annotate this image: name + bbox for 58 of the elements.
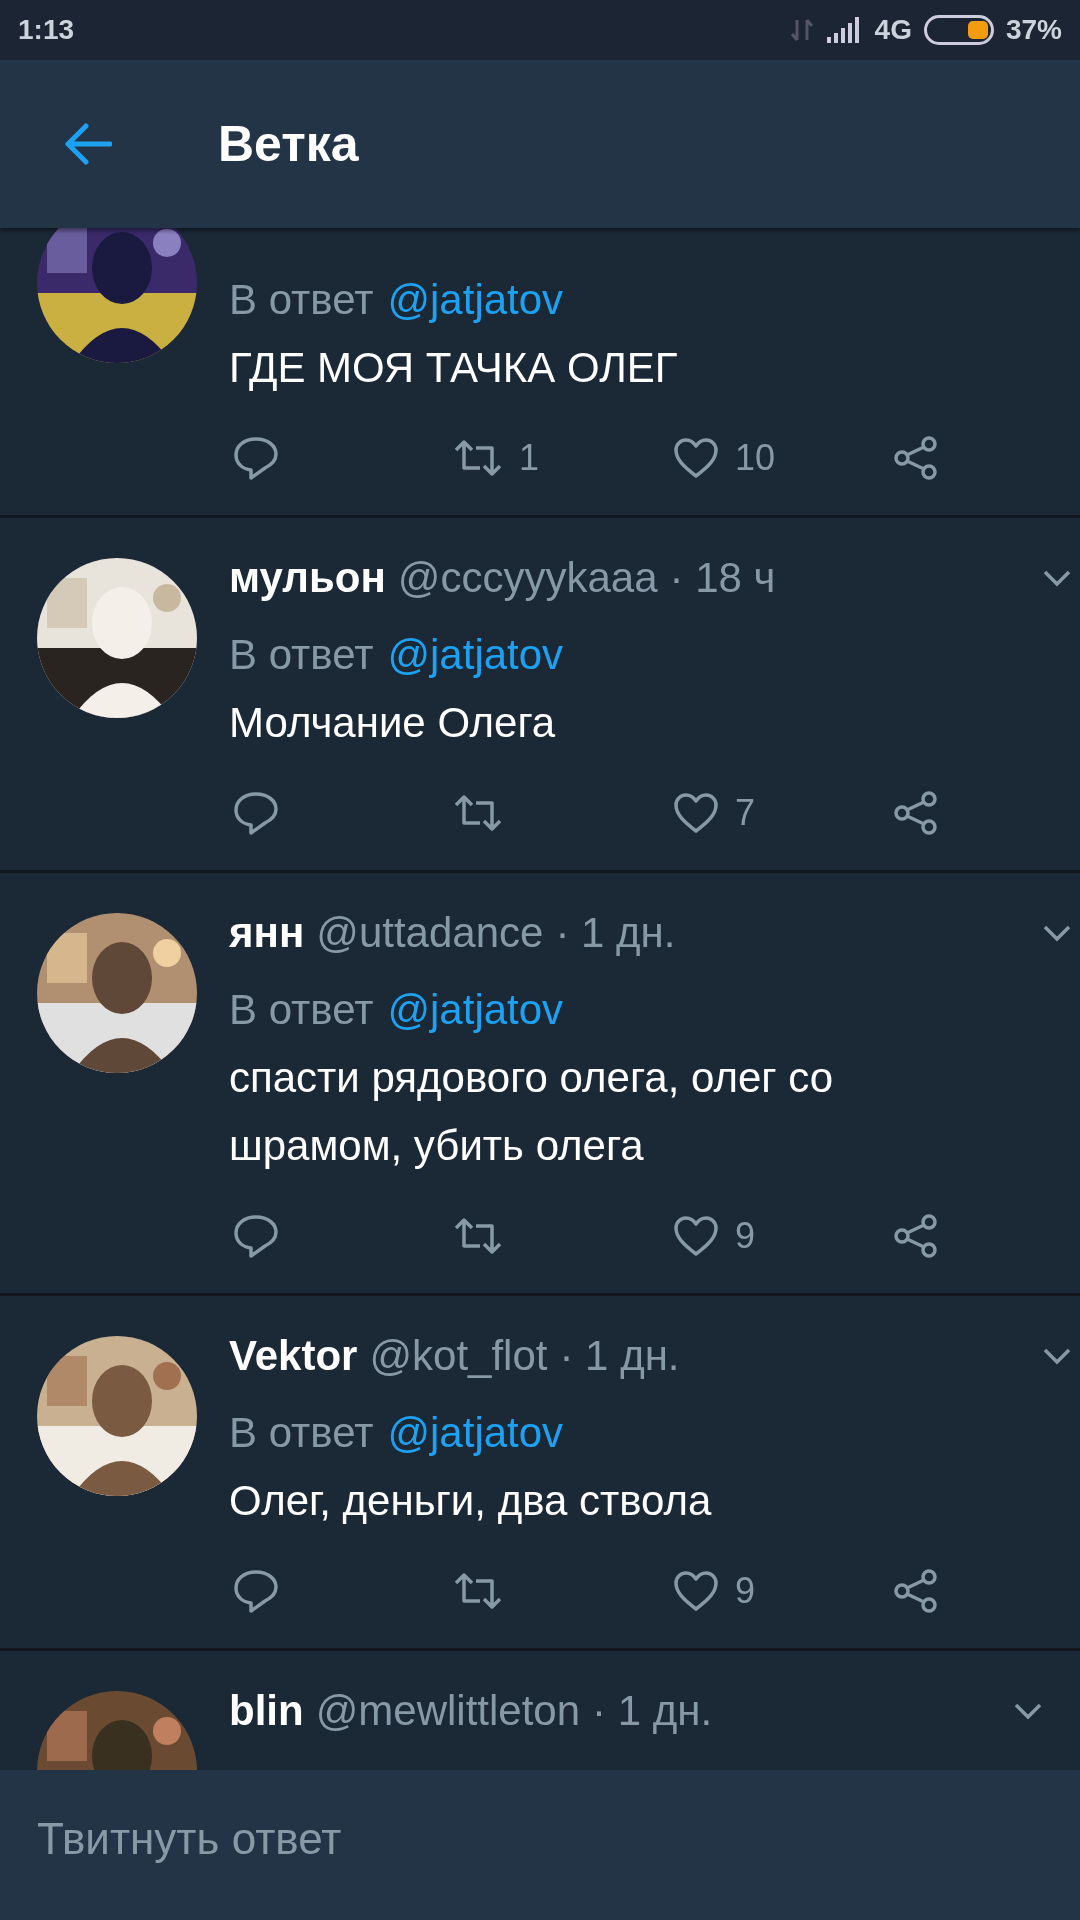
- reply-icon[interactable]: [233, 791, 279, 835]
- reply-label: В ответ: [229, 276, 374, 324]
- share-icon[interactable]: [893, 1214, 939, 1258]
- battery-icon: [923, 15, 994, 45]
- like-count: 10: [735, 437, 776, 479]
- share-icon[interactable]: [893, 436, 939, 480]
- mention-link[interactable]: @jatjatov: [387, 1409, 564, 1457]
- reply-field[interactable]: Твитнуть ответ: [0, 1770, 1080, 1920]
- status-time: 1:13: [18, 14, 75, 46]
- heart-icon[interactable]: [673, 1570, 719, 1612]
- tweet-text: ГДЕ МОЯ ТАЧКА ОЛЕГ: [229, 343, 679, 393]
- user-handle[interactable]: @kot_flot: [369, 1332, 548, 1380]
- retweet-count: 1: [519, 437, 540, 479]
- back-arrow-icon[interactable]: [64, 122, 112, 166]
- tweet-text: Молчание Олега: [229, 698, 557, 748]
- share-icon[interactable]: [893, 1569, 939, 1613]
- user-name[interactable]: янн: [229, 909, 305, 957]
- reply-input[interactable]: Твитнуть ответ: [37, 1808, 1043, 1884]
- caret-icon[interactable]: [1013, 1702, 1043, 1720]
- mention-link[interactable]: @jatjatov: [387, 276, 564, 324]
- reply-label: В ответ: [229, 631, 374, 679]
- retweet-icon[interactable]: [453, 1571, 503, 1611]
- retweet-icon[interactable]: [453, 1216, 503, 1256]
- retweet-icon[interactable]: [453, 438, 503, 478]
- like-count: 9: [735, 1570, 756, 1612]
- tweet-text: спасти рядового олега, олег со шрамом, убить олега: [229, 1053, 835, 1171]
- battery-percent: 37%: [1005, 14, 1062, 46]
- user-handle[interactable]: @cccyyykaaa: [397, 554, 658, 602]
- user-handle[interactable]: @mewlittleton: [315, 1687, 581, 1735]
- data-arrows-icon: [788, 16, 815, 44]
- reply-label: В ответ: [229, 1409, 374, 1457]
- tweet-time: · 1 дн.: [592, 1687, 713, 1735]
- reply-icon[interactable]: [233, 1214, 279, 1258]
- network-type: 4G: [874, 14, 912, 46]
- mention-link[interactable]: @jatjatov: [387, 986, 564, 1034]
- tweet-time: · 18 ч: [669, 554, 776, 602]
- caret-icon[interactable]: [1042, 569, 1072, 587]
- like-count: 7: [735, 792, 756, 834]
- caret-icon[interactable]: [1042, 1347, 1072, 1365]
- user-name[interactable]: Vektor: [229, 1332, 358, 1380]
- user-handle[interactable]: @uttadance: [316, 909, 544, 957]
- reply-icon[interactable]: [233, 1569, 279, 1613]
- caret-icon[interactable]: [1042, 924, 1072, 942]
- screen-title: Ветка: [218, 115, 359, 173]
- tweet-time: · 1 дн.: [555, 909, 676, 957]
- retweet-icon[interactable]: [453, 793, 503, 833]
- heart-icon[interactable]: [673, 792, 719, 834]
- like-count: 9: [735, 1215, 756, 1257]
- heart-icon[interactable]: [673, 437, 719, 479]
- reply-label: В ответ: [229, 986, 374, 1034]
- heart-icon[interactable]: [673, 1215, 719, 1257]
- share-icon[interactable]: [893, 791, 939, 835]
- user-name[interactable]: мульон: [229, 554, 386, 602]
- reply-icon[interactable]: [233, 436, 279, 480]
- tweet-time: · 1 дн.: [559, 1332, 680, 1380]
- user-name[interactable]: blin: [229, 1687, 304, 1735]
- mention-link[interactable]: @jatjatov: [387, 631, 564, 679]
- tweet-text: Олег, деньги, два ствола: [229, 1476, 713, 1526]
